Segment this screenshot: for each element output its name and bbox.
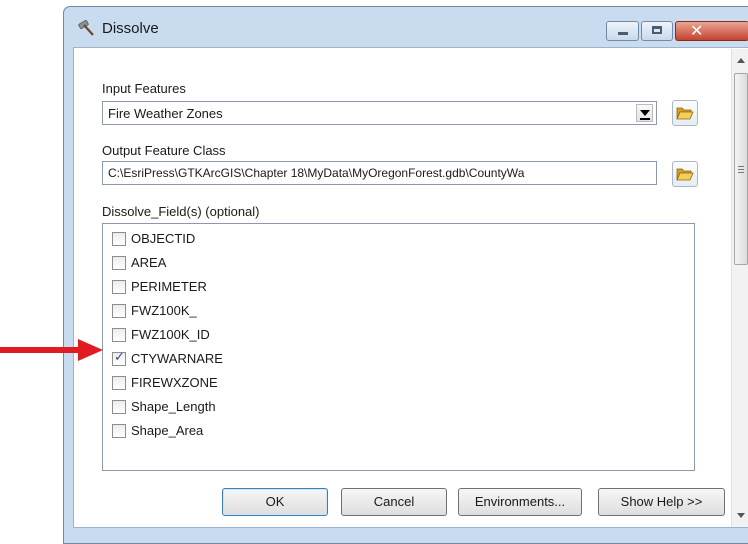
checkbox[interactable]: [112, 304, 126, 318]
dissolve-fields-label: Dissolve_Field(s) (optional): [102, 204, 260, 219]
field-label: AREA: [131, 255, 167, 270]
input-browse-button[interactable]: [672, 100, 698, 126]
field-label: PERIMETER: [131, 279, 207, 294]
folder-open-icon: [676, 168, 694, 181]
list-item[interactable]: PERIMETER: [112, 278, 412, 296]
vertical-scrollbar[interactable]: [731, 49, 748, 527]
field-label: FWZ100K_ID: [131, 327, 210, 342]
maximize-button[interactable]: [641, 21, 673, 41]
output-feature-class-value: C:\EsriPress\GTKArcGIS\Chapter 18\MyData…: [108, 166, 525, 180]
dropdown-button[interactable]: [636, 104, 653, 122]
list-item[interactable]: FIREWXZONE: [112, 374, 412, 392]
output-feature-class-label: Output Feature Class: [102, 143, 226, 158]
maximize-icon: [652, 26, 662, 34]
dissolve-fields-list[interactable]: OBJECTID AREA PERIMETER FWZ100K_ FWZ100K…: [102, 223, 695, 471]
scroll-down-icon[interactable]: [737, 513, 745, 518]
field-label: FIREWXZONE: [131, 375, 218, 390]
scroll-up-icon[interactable]: [737, 58, 745, 63]
window-title: Dissolve: [102, 20, 159, 37]
dialog-content: Input Features Fire Weather Zones Output…: [73, 47, 748, 528]
input-features-label: Input Features: [102, 81, 186, 96]
environments-button[interactable]: Environments...: [458, 488, 582, 516]
close-button[interactable]: ✕: [675, 21, 748, 41]
list-item[interactable]: Shape_Length: [112, 398, 412, 416]
checkbox[interactable]: [112, 376, 126, 390]
minimize-button[interactable]: [606, 21, 639, 41]
cancel-button[interactable]: Cancel: [341, 488, 447, 516]
hammer-tool-icon: [78, 20, 94, 36]
field-label: Shape_Length: [131, 399, 216, 414]
show-help-button[interactable]: Show Help >>: [598, 488, 725, 516]
grip-icon: [738, 166, 744, 173]
minimize-icon: [618, 32, 628, 35]
close-icon: ✕: [690, 21, 704, 40]
checkbox-checked[interactable]: ✓: [112, 350, 126, 366]
title-bar[interactable]: Dissolve ✕: [64, 7, 748, 47]
checkbox[interactable]: [112, 400, 126, 414]
checkbox[interactable]: [112, 256, 126, 270]
checkmark-icon: ✓: [114, 350, 125, 365]
list-item[interactable]: FWZ100K_: [112, 302, 412, 320]
ok-button[interactable]: OK: [222, 488, 328, 516]
field-label: FWZ100K_: [131, 303, 197, 318]
list-item[interactable]: FWZ100K_ID: [112, 326, 412, 344]
list-item[interactable]: Shape_Area: [112, 422, 412, 440]
field-label: OBJECTID: [131, 231, 196, 246]
red-arrow-annotation: [0, 339, 103, 361]
input-features-combobox[interactable]: Fire Weather Zones: [102, 101, 657, 125]
output-browse-button[interactable]: [672, 161, 698, 187]
checkbox[interactable]: [112, 424, 126, 438]
input-features-value: Fire Weather Zones: [108, 106, 223, 121]
dropdown-arrow-icon: [640, 110, 650, 120]
list-item[interactable]: AREA: [112, 254, 412, 272]
list-item[interactable]: OBJECTID: [112, 230, 412, 248]
output-feature-class-field[interactable]: C:\EsriPress\GTKArcGIS\Chapter 18\MyData…: [102, 161, 657, 185]
scroll-thumb[interactable]: [734, 73, 748, 265]
folder-open-icon: [676, 107, 694, 120]
checkbox[interactable]: [112, 328, 126, 342]
field-label: CTYWARNARE: [131, 351, 223, 366]
dissolve-dialog: Dissolve ✕ Input Features Fire Weather Z…: [63, 6, 748, 544]
field-label: Shape_Area: [131, 423, 204, 438]
checkbox[interactable]: [112, 280, 126, 294]
checkbox[interactable]: [112, 232, 126, 246]
list-item[interactable]: ✓ CTYWARNARE: [112, 350, 412, 368]
